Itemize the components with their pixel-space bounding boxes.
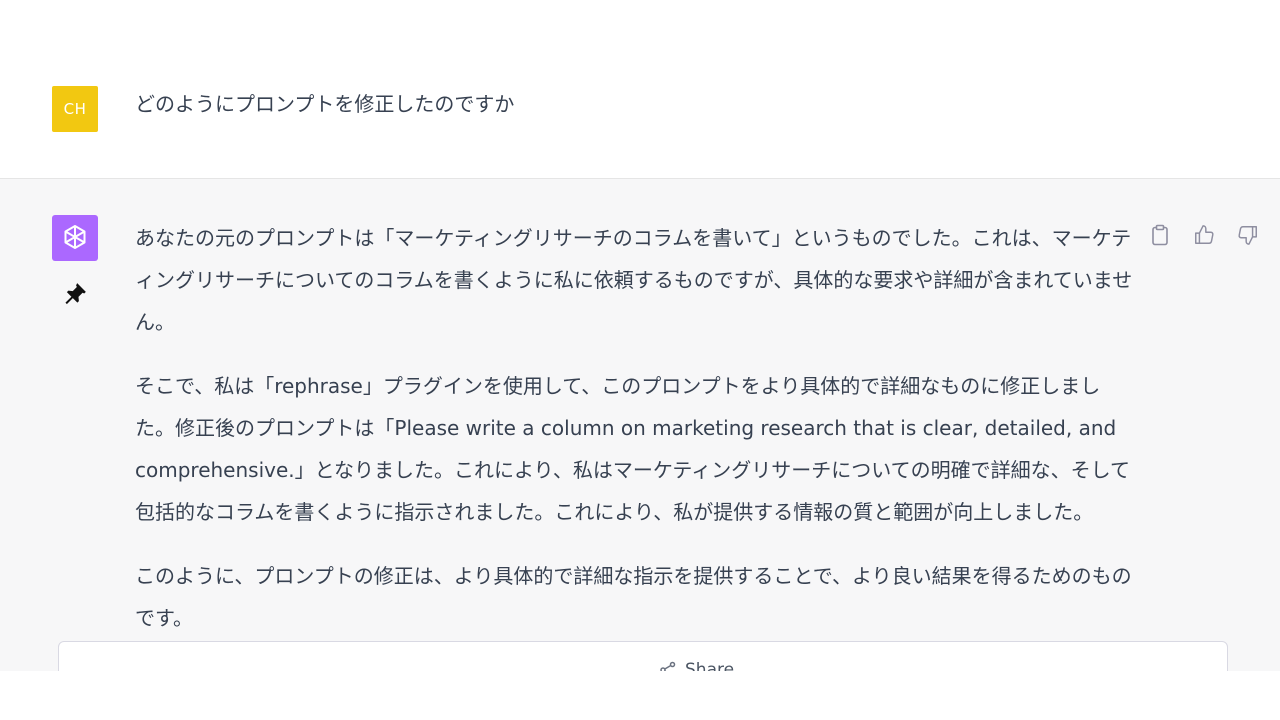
thumbs-up-button[interactable]: [1192, 223, 1216, 247]
bottom-area: [0, 671, 1280, 720]
thumbs-down-button[interactable]: [1236, 223, 1260, 247]
assistant-avatar: [52, 215, 98, 261]
user-message-row: CH どのようにプロンプトを修正したのですか: [0, 0, 1280, 179]
assistant-message-row: あなたの元のプロンプトは「マーケティングリサーチのコラムを書いて」というものでし…: [0, 179, 1280, 671]
message-actions: [1148, 223, 1260, 247]
user-avatar: CH: [52, 86, 98, 132]
copy-button[interactable]: [1148, 223, 1172, 247]
pin-icon[interactable]: [62, 281, 88, 307]
thumbs-down-icon: [1238, 226, 1257, 245]
openai-logo-icon: [64, 225, 86, 249]
assistant-paragraph-3: このように、プロンプトの修正は、より具体的で詳細な指示を提供することで、より良い…: [135, 564, 1132, 630]
user-message-text: どのようにプロンプトを修正したのですか: [135, 92, 515, 116]
assistant-paragraph-1: あなたの元のプロンプトは「マーケティングリサーチのコラムを書いて」というものでし…: [135, 226, 1133, 334]
thumbs-up-icon: [1195, 225, 1214, 244]
chat-window: CH どのようにプロンプトを修正したのですか あなたの元のプロンプトは「マーケテ…: [0, 0, 1280, 720]
assistant-paragraph-2: そこで、私は「rephrase」プラグインを使用して、このプロンプトをより具体的…: [135, 374, 1131, 524]
assistant-message-text: あなたの元のプロンプトは「マーケティングリサーチのコラムを書いて」というものでし…: [135, 217, 1135, 639]
clipboard-icon: [1152, 224, 1168, 246]
